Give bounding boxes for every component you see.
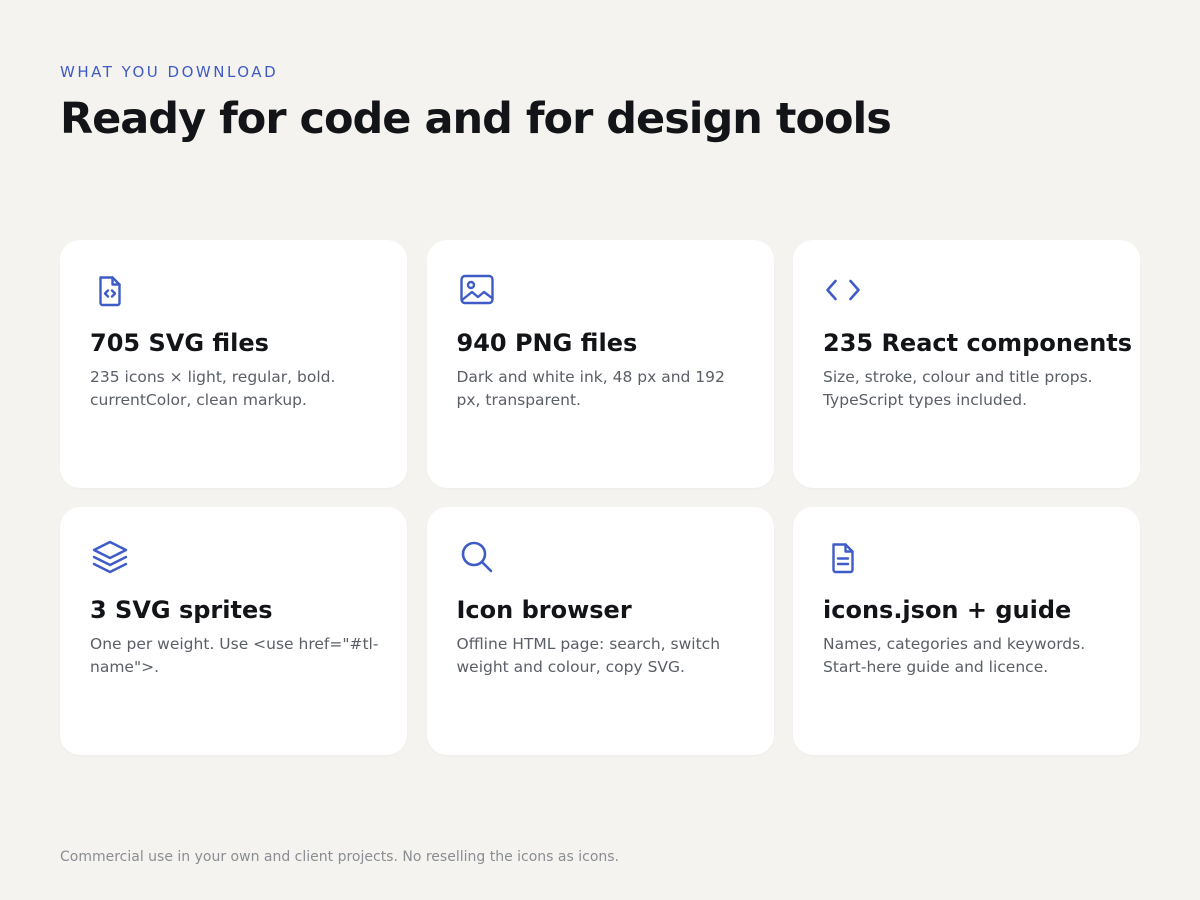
card-title: 3 SVG sprites <box>90 596 273 624</box>
card-description: 235 icons × light, regular, bold. curren… <box>90 368 336 409</box>
search-icon <box>457 537 497 577</box>
card-description: Dark and white ink, 48 px and 192 px, tr… <box>456 368 725 409</box>
code-file-icon <box>90 270 130 310</box>
download-contents-grid: 705 SVG files 235 icons × light, regular… <box>60 240 1140 755</box>
card-description: Names, categories and keywords. Start-he… <box>823 635 1086 676</box>
card-description: One per weight. Use <use href="#tl-name"… <box>90 635 379 676</box>
document-icon <box>823 537 863 577</box>
card-title: Icon browser <box>456 596 632 624</box>
card-title: 235 React components <box>823 329 1133 357</box>
code-brackets-icon <box>823 270 863 310</box>
card-title: icons.json + guide <box>823 596 1072 624</box>
card-react-components: 235 React components Size, stroke, colou… <box>793 240 1140 488</box>
card-icon-browser: Icon browser Offline HTML page: search, … <box>426 507 774 755</box>
image-icon <box>457 270 497 310</box>
card-title: 940 PNG files <box>456 329 638 357</box>
license-footnote: Commercial use in your own and client pr… <box>60 849 619 865</box>
card-title: 705 SVG files <box>90 329 269 357</box>
card-description: Offline HTML page: search, switch weight… <box>456 635 721 676</box>
card-svg-files: 705 SVG files 235 icons × light, regular… <box>60 240 407 488</box>
section-eyebrow: WHAT YOU DOWNLOAD <box>60 63 279 81</box>
card-png-files: 940 PNG files Dark and white ink, 48 px … <box>426 240 774 488</box>
layers-icon <box>90 537 130 577</box>
card-svg-sprites: 3 SVG sprites One per weight. Use <use h… <box>60 507 407 755</box>
page-title: Ready for code and for design tools <box>60 94 892 144</box>
card-description: Size, stroke, colour and title props. Ty… <box>823 368 1093 409</box>
card-icons-json-guide: icons.json + guide Names, categories and… <box>793 507 1140 755</box>
